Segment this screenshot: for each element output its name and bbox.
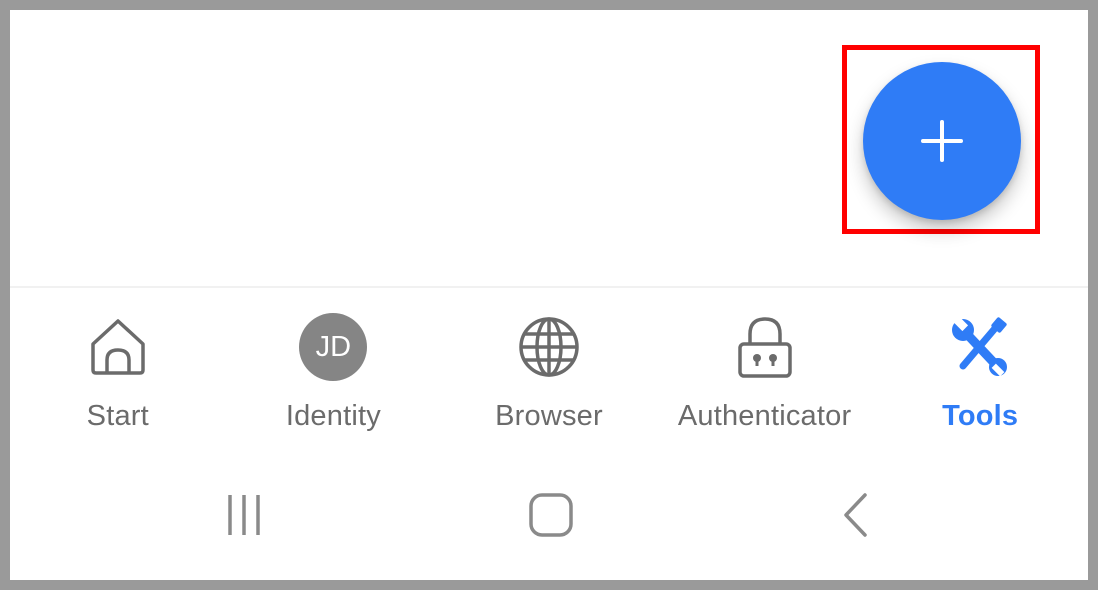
- screen: Start JD Identity Browser Authenticator …: [10, 10, 1088, 580]
- plus-icon: [921, 120, 963, 162]
- avatar: JD: [299, 313, 368, 381]
- tab-authenticator[interactable]: Authenticator: [657, 288, 873, 458]
- tab-tools[interactable]: Tools: [872, 288, 1088, 458]
- bottom-tab-bar: Start JD Identity Browser Authenticator …: [10, 288, 1088, 458]
- main-content: [10, 10, 1088, 286]
- back-button[interactable]: [832, 490, 882, 540]
- tools-icon: [952, 316, 1008, 377]
- tab-identity[interactable]: JD Identity: [226, 288, 442, 458]
- tab-label-authenticator: Authenticator: [677, 400, 852, 432]
- tab-label-identity: Identity: [285, 400, 381, 432]
- tab-start[interactable]: Start: [10, 288, 226, 458]
- tab-browser[interactable]: Browser: [441, 288, 657, 458]
- home-square-icon: [529, 493, 573, 537]
- tab-label-browser: Browser: [495, 400, 603, 432]
- recents-icon: [228, 495, 260, 535]
- tab-label-tools: Tools: [942, 400, 1019, 432]
- home-icon: [91, 319, 145, 375]
- avatar-initials: JD: [315, 330, 352, 363]
- add-fab-button[interactable]: [863, 62, 1021, 220]
- system-navigation-bar: [10, 470, 1088, 580]
- globe-icon: [519, 317, 579, 377]
- recents-button[interactable]: [216, 490, 272, 540]
- home-button[interactable]: [525, 490, 577, 540]
- back-chevron-icon: [844, 493, 867, 537]
- tab-label-start: Start: [86, 400, 149, 432]
- lock-icon: [737, 317, 792, 378]
